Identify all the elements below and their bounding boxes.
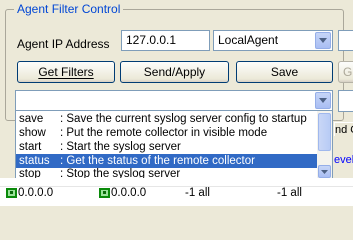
command-dropdown-list[interactable]: save: Save the current syslog server con… (15, 110, 333, 180)
clipped-right-field[interactable] (338, 30, 353, 51)
host-icon (99, 188, 110, 198)
grid-level-link-fragment[interactable]: evel (334, 153, 353, 167)
dropdown-option-start[interactable]: start: Start the syslog server (16, 140, 319, 154)
get-filters-label: Get Filters (38, 65, 94, 79)
grid-cell-ip2: 0.0.0.0 (111, 187, 147, 199)
groupbox-title: Agent Filter Control (14, 2, 124, 16)
chevron-down-icon[interactable] (315, 92, 331, 109)
agent-ip-label: Agent IP Address (17, 37, 110, 51)
dropdown-option-save[interactable]: save: Save the current syslog server con… (16, 112, 319, 126)
agent-ip-input[interactable]: 127.0.0.1 (121, 30, 210, 51)
agent-select-value: LocalAgent (218, 33, 279, 47)
grid-header-fragment: nd Ol (334, 122, 353, 136)
send-apply-label: Send/Apply (143, 65, 206, 79)
chevron-down-icon[interactable] (315, 32, 331, 49)
command-select[interactable] (15, 90, 333, 111)
clipped-right-panel (338, 90, 353, 112)
grid-cell-ip1: 0.0.0.0 (18, 187, 54, 199)
filter-grid: 0.0.0.0 0.0.0.0 -1 all -1 all (0, 178, 353, 206)
clipped-button-label: G (343, 65, 353, 79)
dropdown-option-status[interactable]: status: Get the status of the remote col… (16, 154, 319, 168)
grid-cell-col4: -1 all (277, 187, 302, 199)
agent-select[interactable]: LocalAgent (213, 30, 333, 51)
scrollbar-thumb[interactable] (318, 113, 331, 151)
grid-cell-col3: -1 all (185, 187, 210, 199)
dropdown-option-show[interactable]: show: Put the remote collector in visibl… (16, 126, 319, 140)
clipped-right-button: G (338, 61, 353, 83)
save-label: Save (270, 65, 299, 79)
host-icon (6, 188, 17, 198)
scroll-down-icon[interactable] (318, 165, 331, 178)
save-button[interactable]: Save (236, 61, 333, 83)
dropdown-scrollbar[interactable] (317, 111, 332, 179)
get-filters-button[interactable]: Get Filters (17, 61, 115, 83)
send-apply-button[interactable]: Send/Apply (120, 61, 229, 83)
